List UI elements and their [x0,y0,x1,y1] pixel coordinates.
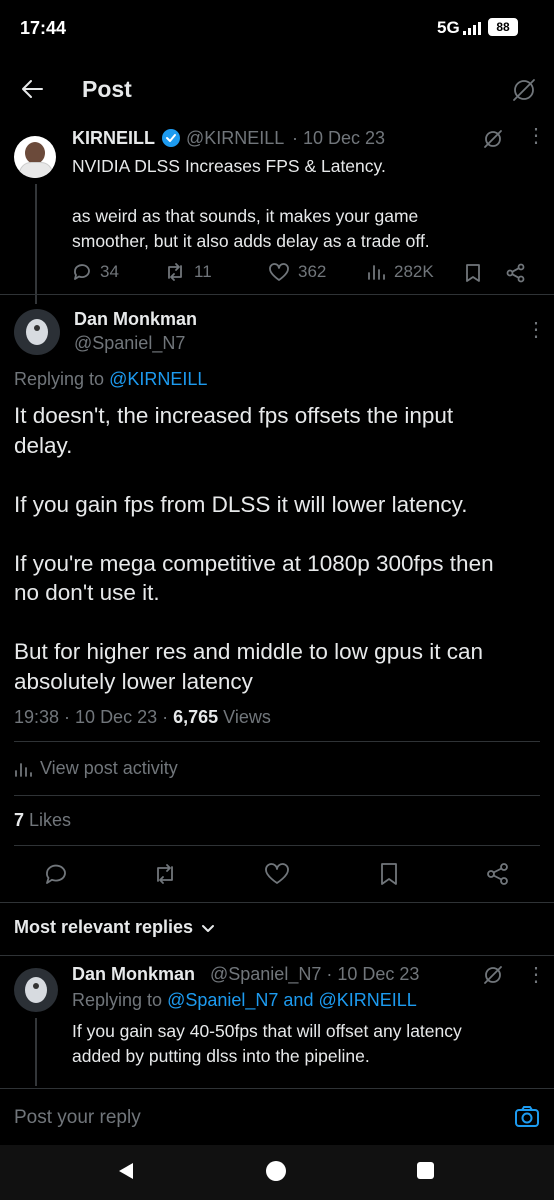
divider [14,741,540,742]
analytics-icon [368,265,385,280]
divider [0,294,554,295]
post-timestamp: 19:38 · 10 Dec 23 · [14,707,169,727]
back-nav-icon[interactable] [116,1161,136,1181]
camera-icon[interactable] [514,1105,540,1129]
reply-composer[interactable]: Post your reply [0,1089,554,1145]
likes-count: 7 [14,810,25,830]
reply-icon[interactable] [44,862,68,886]
post-text-body: as weird as that sounds, it makes your g… [72,206,430,251]
view-activity-link[interactable]: View post activity [14,758,178,779]
post-text: It doesn't, the increased fps offsets th… [14,403,494,694]
bookmark-icon[interactable] [378,862,400,886]
post-meta: 19:38 · 10 Dec 23 · 6,765 Views [14,707,271,728]
replying-to-link[interactable]: @KIRNEILL [109,369,207,389]
repost-icon[interactable] [152,862,178,886]
divider [0,902,554,903]
thread-line [35,184,37,304]
recents-nav-icon[interactable] [417,1162,434,1179]
action-bar [0,860,554,890]
reply-button[interactable]: 34 [72,262,119,282]
post-date: · 10 Dec 23 [292,128,386,148]
bookmark-icon[interactable] [464,263,482,283]
battery-level: 88 [496,20,510,34]
view-count: 282K [394,262,434,281]
author-name[interactable]: KIRNEILL [72,128,155,149]
share-icon[interactable] [486,862,510,886]
avatar[interactable] [14,136,56,178]
avatar[interactable] [14,309,60,355]
heart-icon[interactable] [264,862,290,886]
repost-count: 11 [194,262,212,281]
divider [14,845,540,846]
more-options-icon[interactable]: ⋮ [526,126,546,146]
likes-summary[interactable]: 7 Likes [14,810,71,831]
replying-to-link[interactable]: @Spaniel_N7 and @KIRNEILL [167,990,417,1010]
chevron-down-icon [202,924,215,932]
views-button[interactable]: 282K [366,262,434,282]
author-name[interactable]: Dan Monkman [72,964,195,985]
avatar[interactable] [14,968,58,1012]
page-title: Post [82,76,132,102]
more-options-icon[interactable]: ⋮ [526,962,546,987]
status-time: 17:44 [20,18,67,38]
like-button[interactable]: 362 [268,262,326,282]
grok-icon[interactable] [510,76,538,104]
system-nav-bar [0,1145,554,1200]
repost-icon [168,263,182,281]
thread-line [35,1018,37,1086]
replying-prefix: Replying to [72,990,163,1010]
heart-icon [269,263,289,281]
reply-post[interactable]: Dan Monkman @Spaniel_N7 · 10 Dec 23 ⋮ Re… [0,956,554,1086]
reply-count: 34 [100,262,119,281]
replying-to: Replying to @Spaniel_N7 and @KIRNEILL [72,990,417,1011]
author-name[interactable]: Dan Monkman [74,309,197,330]
replying-to: Replying to @KIRNEILL [14,369,207,390]
reply-icon [74,264,90,280]
divider [14,795,540,796]
header: Post [0,62,554,118]
share-icon[interactable] [506,263,526,283]
signal-icon [462,20,484,36]
replying-prefix: Replying to [14,369,105,389]
analytics-icon [15,762,32,777]
status-bar: 17:44 5G 88 [0,0,554,60]
author-handle[interactable]: @Spaniel_N7 [74,333,185,354]
repost-button[interactable]: 11 [164,262,212,282]
back-arrow-icon[interactable] [20,76,46,102]
reply-input[interactable]: Post your reply [14,1107,141,1129]
home-nav-icon[interactable] [266,1161,286,1181]
more-options-icon[interactable]: ⋮ [526,317,546,342]
view-activity-label: View post activity [40,758,178,778]
author-handle[interactable]: @KIRNEILL [186,128,284,149]
views-count: 6,765 [173,707,219,727]
reply-text: If you gain say 40-50fps that will offse… [72,1021,462,1066]
author-handle-date: @Spaniel_N7 · 10 Dec 23 [210,964,420,984]
network-label: 5G [437,18,460,37]
like-count: 362 [298,262,327,281]
replies-sort-dropdown[interactable]: Most relevant replies [14,917,215,938]
grok-icon[interactable] [482,128,504,150]
views-label: Views [223,707,271,727]
post-text-line: NVIDIA DLSS Increases FPS & Latency. [72,156,386,176]
parent-post[interactable]: KIRNEILL @KIRNEILL · 10 Dec 23 ⋮ NVIDIA … [0,118,554,304]
grok-icon[interactable] [482,964,504,986]
battery-icon: 88 [488,18,518,36]
verified-badge-icon [161,128,181,148]
likes-label: Likes [29,810,72,830]
post-text: NVIDIA DLSS Increases FPS & Latency. as … [72,154,542,254]
replies-sort-label: Most relevant replies [14,917,194,937]
